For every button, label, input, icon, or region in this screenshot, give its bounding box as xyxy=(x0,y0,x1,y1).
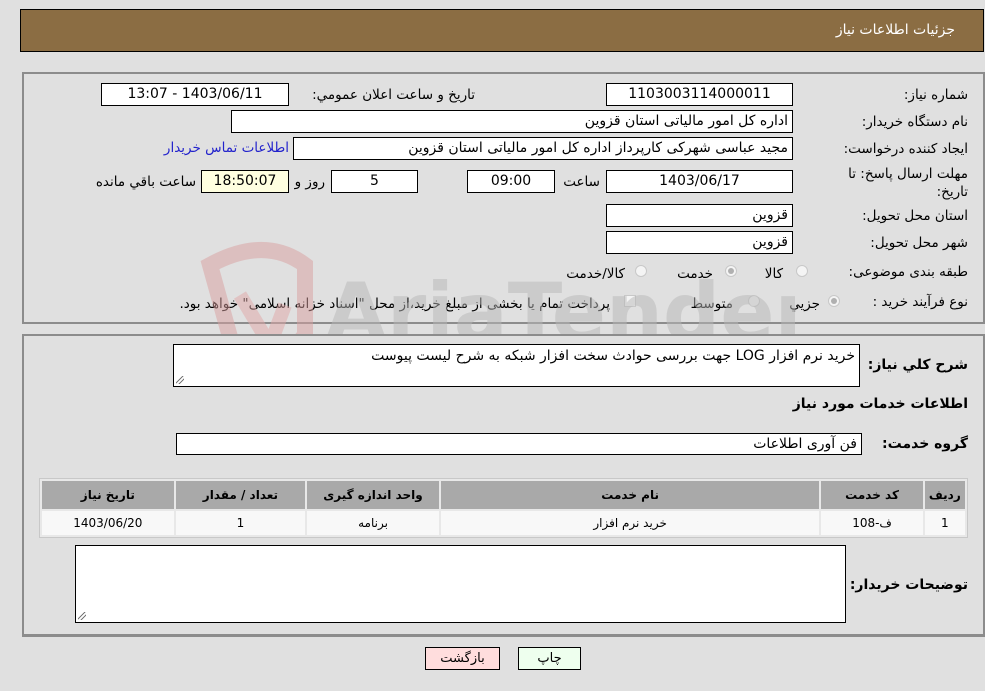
process-minor-label: جزيي xyxy=(789,296,820,312)
city-field[interactable]: قزوين xyxy=(606,231,793,254)
service-group-field[interactable]: فن آوری اطلاعات xyxy=(176,433,862,455)
cell-row-number: 1 xyxy=(924,511,965,535)
summary-text: خرید نرم افزار LOG جهت بررسی حوادث سخت ا… xyxy=(371,348,855,364)
deadline-time-label: ساعت xyxy=(563,174,600,190)
col-header-need-date: تاريخ نياز xyxy=(42,481,174,509)
deadline-label: مهلت ارسال پاسخ: تا تاريخ: xyxy=(848,166,968,200)
buyer-org-label: نام دستگاه خريدار: xyxy=(861,114,968,130)
cell-quantity: 1 xyxy=(175,511,306,535)
col-header-service-name: نام خدمت xyxy=(440,481,820,509)
cell-need-date: 1403/06/20 xyxy=(42,511,174,535)
deadline-time-field[interactable]: 09:00 xyxy=(467,170,555,193)
table-row: 1 ف-108 خريد نرم افزار برنامه 1 1403/06/… xyxy=(42,511,965,535)
buyer-notes-textarea[interactable] xyxy=(75,545,846,623)
page-title: جزئیات اطلاعات نیاز xyxy=(835,22,955,38)
announce-label: تاريخ و ساعت اعلان عمومي: xyxy=(312,87,475,103)
creator-field[interactable]: مجید عباسی شهرکی کارپرداز اداره کل امور … xyxy=(293,137,793,160)
page-header: جزئیات اطلاعات نیاز xyxy=(20,9,984,52)
category-goods-service-radio[interactable] xyxy=(635,265,647,277)
treasury-label: پرداخت تمام يا بخشی از مبلغ خريد،از محل … xyxy=(179,296,610,312)
days-label: روز و xyxy=(294,174,325,190)
need-number-label: شماره نیاز: xyxy=(903,87,968,103)
table-header-row: رديف کد خدمت نام خدمت واحد اندازه گيری ت… xyxy=(42,481,965,509)
cell-unit: برنامه xyxy=(307,511,439,535)
category-goods-service-label: كالا/خدمت xyxy=(566,266,625,282)
creator-label: ايجاد کننده درخواست: xyxy=(843,141,968,157)
resize-grip-icon[interactable] xyxy=(78,612,86,620)
service-group-label: گروه خدمت: xyxy=(882,436,968,452)
buyer-org-field[interactable]: اداره کل امور مالیاتی استان قزوین xyxy=(231,110,793,133)
resize-grip-icon[interactable] xyxy=(176,376,184,384)
summary-textarea[interactable]: خرید نرم افزار LOG جهت بررسی حوادث سخت ا… xyxy=(173,344,860,387)
summary-label: شرح کلي نياز: xyxy=(867,357,968,373)
category-service-label: خدمت xyxy=(677,266,713,282)
category-goods-label: كالا xyxy=(764,266,783,282)
process-medium-label: متوسط xyxy=(690,296,733,312)
category-label: طبقه بندی موضوعی: xyxy=(848,264,968,280)
city-label: شهر محل تحويل: xyxy=(870,235,968,251)
services-table: رديف کد خدمت نام خدمت واحد اندازه گيری ت… xyxy=(39,478,968,538)
process-minor-radio[interactable] xyxy=(828,295,840,307)
category-goods-radio[interactable] xyxy=(796,265,808,277)
print-button[interactable]: چاپ xyxy=(518,647,581,670)
category-service-radio[interactable] xyxy=(725,265,737,277)
col-header-quantity: تعداد / مقدار xyxy=(175,481,306,509)
need-number-field[interactable]: 1103003114000011 xyxy=(606,83,793,106)
process-label: نوع فرآيند خريد : xyxy=(872,294,968,310)
col-header-row-number: رديف xyxy=(924,481,965,509)
services-heading: اطلاعات خدمات مورد نياز xyxy=(792,396,968,412)
buyer-notes-label: توضيحات خريدار: xyxy=(849,577,968,593)
cell-service-code: ف-108 xyxy=(821,511,923,535)
col-header-service-code: کد خدمت xyxy=(821,481,923,509)
buyer-contact-link[interactable]: اطلاعات تماس خريدار xyxy=(164,140,289,156)
deadline-date-field[interactable]: 1403/06/17 xyxy=(606,170,793,193)
announce-datetime-field[interactable]: 1403/06/11 - 13:07 xyxy=(101,83,289,106)
province-label: استان محل تحويل: xyxy=(862,208,968,224)
province-field[interactable]: قزوين xyxy=(606,204,793,227)
days-remaining-field[interactable]: 5 xyxy=(331,170,418,193)
footer-divider xyxy=(22,636,985,637)
remaining-time-label: ساعت باقي مانده xyxy=(95,174,196,190)
cell-service-name: خريد نرم افزار xyxy=(440,511,820,535)
remaining-time-field[interactable]: 18:50:07 xyxy=(201,170,289,193)
process-medium-radio[interactable] xyxy=(748,295,760,307)
col-header-unit: واحد اندازه گيری xyxy=(307,481,439,509)
back-button[interactable]: بازگشت xyxy=(425,647,500,670)
treasury-checkbox[interactable] xyxy=(624,295,636,307)
